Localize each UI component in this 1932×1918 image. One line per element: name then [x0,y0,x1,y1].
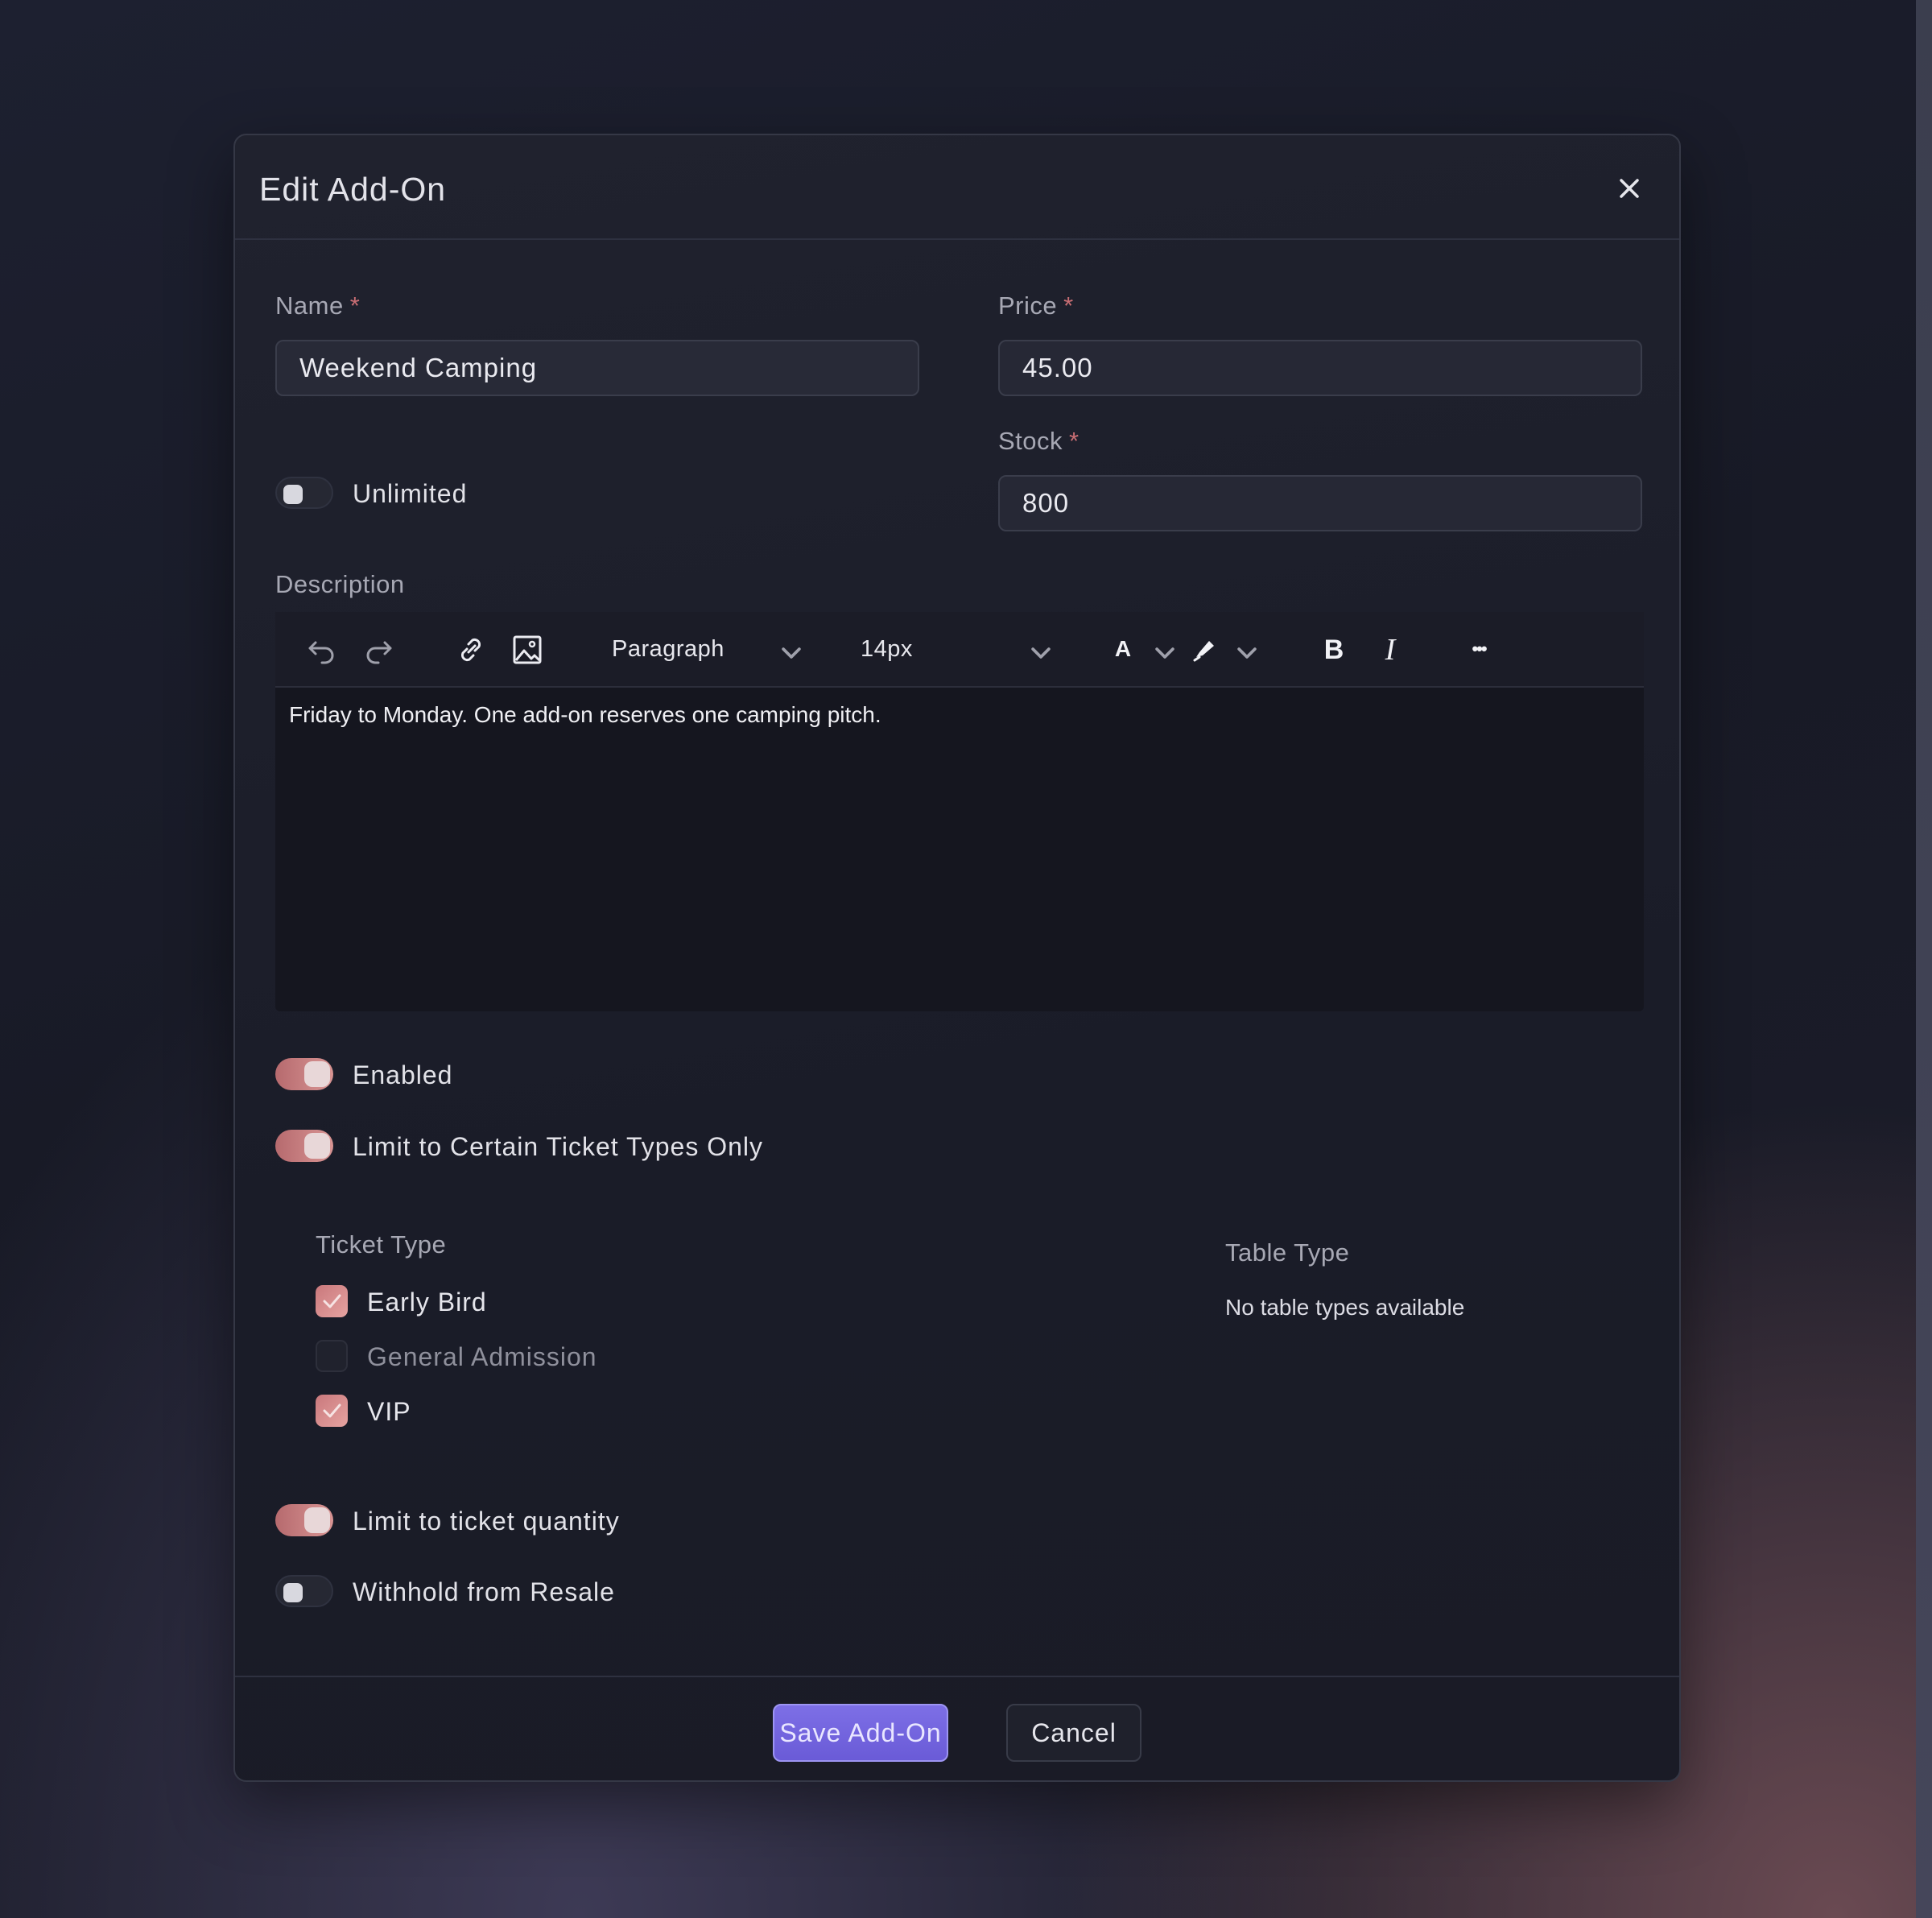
required-mark: * [349,291,361,320]
table-type-empty-text: No table types available [1225,1295,1465,1320]
checkmark-icon [323,1294,341,1308]
description-label: Description [275,570,405,598]
text-color-icon: A [1114,636,1132,661]
chevron-down-icon [1237,647,1257,659]
undo-icon [308,641,334,664]
bold-button[interactable]: B [1317,633,1351,667]
text-color-button[interactable]: A [1106,633,1140,667]
background-edge [1916,0,1932,1918]
more-button[interactable]: ••• [1462,633,1496,667]
ticket-type-label-early-bird: Early Bird [367,1288,487,1317]
block-format-dropdown[interactable] [774,636,802,663]
link-icon [460,638,481,662]
editor-content[interactable]: Friday to Monday. One add-on reserves on… [289,702,881,728]
limit-ticket-types-toggle[interactable] [275,1130,333,1162]
image-icon [513,635,542,664]
name-label-text: Name [275,291,344,320]
highlight-button[interactable] [1188,633,1222,667]
toggle-knob [304,1061,330,1087]
chevron-down-icon [1031,647,1051,659]
ticket-type-label-general-admission: General Admission [367,1342,597,1371]
price-label-text: Price [998,291,1058,320]
checkbox-general-admission[interactable] [316,1340,348,1372]
highlighter-icon [1193,641,1214,662]
edit-addon-dialog: Edit Add-On Name * Weekend Camping Price *… [233,134,1681,1782]
ticket-type-heading: Ticket Type [316,1230,447,1259]
ticket-type-label-vip: VIP [367,1397,411,1426]
checkbox-early-bird[interactable] [316,1285,348,1317]
stock-input[interactable]: 800 [998,475,1642,531]
bold-icon: B [1323,635,1344,665]
price-input[interactable]: 45.00 [998,340,1642,396]
italic-button[interactable]: I [1373,633,1407,667]
withhold-resale-label: Withhold from Resale [353,1577,615,1606]
limit-ticket-types-label: Limit to Certain Ticket Types Only [353,1132,764,1161]
table-type-heading: Table Type [1225,1238,1350,1267]
close-icon [1620,179,1639,198]
link-button[interactable] [454,633,488,667]
image-button[interactable] [510,633,544,667]
stock-label: Stock * [998,427,1080,456]
name-input[interactable]: Weekend Camping [275,340,919,396]
editor-toolbar: Paragraph 14px A B I ••• [275,612,1644,688]
font-size-dropdown[interactable] [1024,636,1051,663]
highlight-dropdown[interactable] [1230,636,1257,663]
block-format-select[interactable]: Paragraph [612,636,724,663]
enabled-toggle[interactable] [275,1058,333,1090]
font-size-select[interactable]: 14px [861,636,913,663]
more-icon: ••• [1472,639,1487,659]
rich-text-editor: Paragraph 14px A B I ••• Friday to Monda… [275,612,1644,1011]
checkbox-vip[interactable] [316,1395,348,1427]
italic-icon: I [1385,633,1396,667]
chevron-down-icon [782,647,801,659]
undo-button[interactable] [304,633,338,667]
price-label: Price * [998,291,1074,320]
toggle-knob [304,1507,330,1533]
checkmark-icon [323,1403,341,1418]
redo-button[interactable] [362,633,396,667]
required-mark: * [1069,427,1080,455]
stock-label-text: Stock [998,427,1063,455]
close-button[interactable] [1615,174,1644,203]
limit-quantity-toggle[interactable] [275,1504,333,1536]
dialog-title: Edit Add-On [259,171,447,208]
dialog-header: Edit Add-On [235,135,1679,240]
save-addon-button[interactable]: Save Add-On [773,1704,948,1762]
footer-divider [235,1676,1679,1677]
unlimited-label: Unlimited [353,479,468,508]
chevron-down-icon [1155,647,1174,659]
required-mark: * [1063,291,1074,320]
toggle-knob [283,1583,303,1602]
text-color-dropdown[interactable] [1148,636,1175,663]
toggle-knob [304,1133,330,1159]
enabled-label: Enabled [353,1060,453,1089]
withhold-resale-toggle[interactable] [275,1575,333,1607]
redo-icon [366,641,392,664]
cancel-button[interactable]: Cancel [1006,1704,1141,1762]
toggle-knob [283,485,303,504]
name-label: Name * [275,291,360,320]
limit-quantity-label: Limit to ticket quantity [353,1507,620,1536]
unlimited-toggle[interactable] [275,477,333,509]
